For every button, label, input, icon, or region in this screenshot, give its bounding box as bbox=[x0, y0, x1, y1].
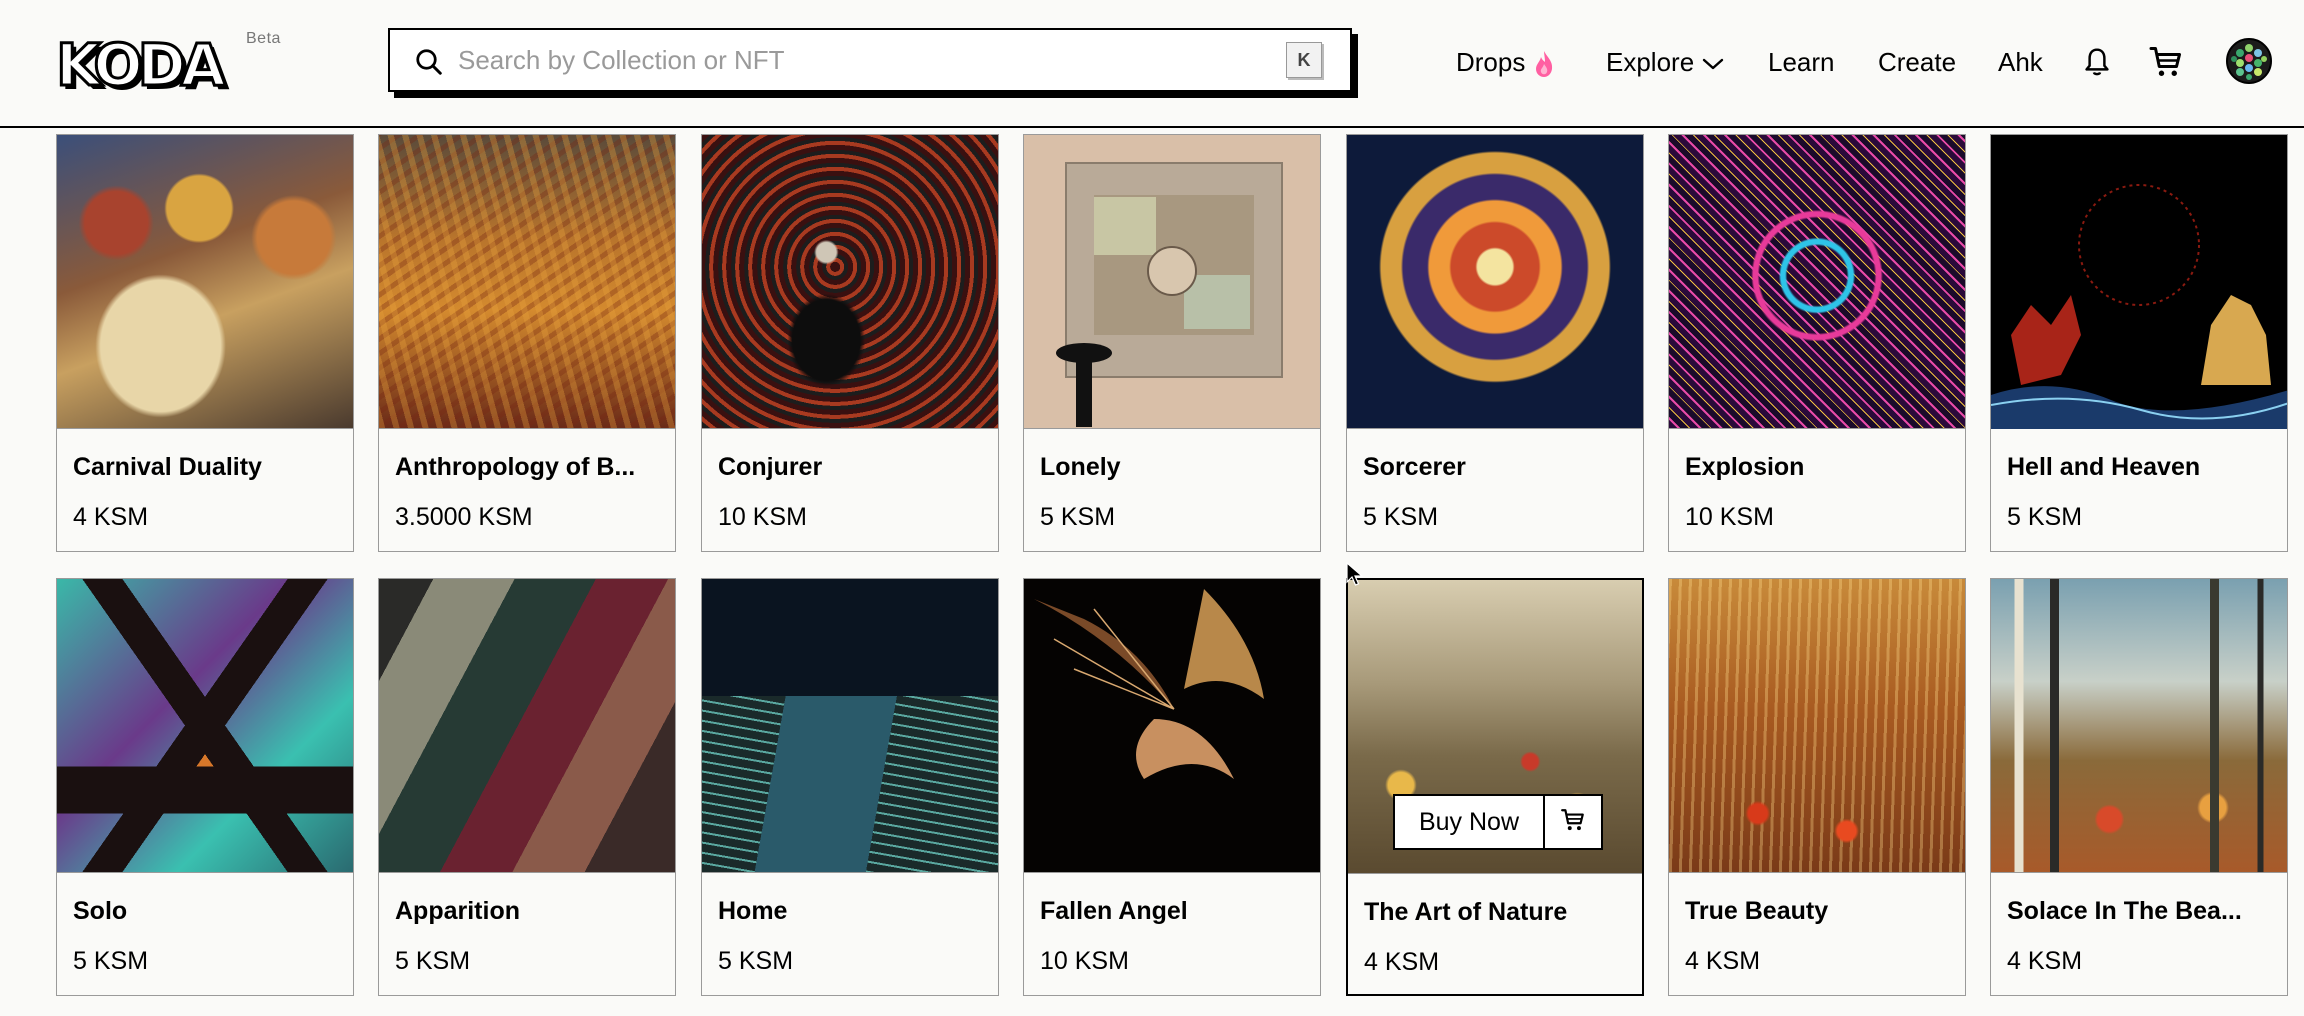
nft-price: 5 KSM bbox=[1040, 503, 1116, 531]
nft-artwork bbox=[1991, 135, 2287, 429]
nft-price: 10 KSM bbox=[1685, 503, 1774, 531]
search-bar[interactable]: K bbox=[388, 28, 1352, 92]
hell-heaven-artwork-svg bbox=[1991, 184, 2287, 429]
chevron-down-icon bbox=[1701, 47, 1725, 77]
nft-card[interactable]: Carnival Duality 4 KSM bbox=[56, 134, 354, 552]
nft-name: Solace In The Bea... bbox=[2007, 897, 2242, 925]
nft-name: Home bbox=[718, 897, 788, 925]
nft-name: Fallen Angel bbox=[1040, 897, 1188, 925]
nft-price: 5 KSM bbox=[1363, 503, 1439, 531]
koda-logo[interactable]: KODA bbox=[55, 35, 228, 96]
fallen-angel-artwork-svg bbox=[1034, 589, 1264, 779]
cart-icon bbox=[1560, 807, 1586, 838]
nft-card[interactable]: True Beauty 4 KSM bbox=[1668, 578, 1966, 996]
nav-explore-label: Explore bbox=[1606, 47, 1695, 77]
nft-card[interactable]: Explosion 10 KSM bbox=[1668, 134, 1966, 552]
nav-create[interactable]: Create bbox=[1878, 40, 1956, 84]
nft-name: Sorcerer bbox=[1363, 453, 1466, 481]
nft-artwork bbox=[57, 579, 353, 873]
nft-card[interactable]: Hell and Heaven 5 KSM bbox=[1990, 134, 2288, 552]
nft-price: 5 KSM bbox=[395, 947, 471, 975]
avatar[interactable] bbox=[2226, 38, 2272, 84]
nft-name: Explosion bbox=[1685, 453, 1805, 481]
nft-artwork bbox=[1669, 579, 1965, 873]
nft-price: 3.5000 KSM bbox=[395, 503, 533, 531]
buy-now-button[interactable]: Buy Now bbox=[1395, 796, 1545, 848]
nav-drops[interactable]: Drops bbox=[1456, 40, 1555, 84]
nft-card[interactable]: Anthropology of B... 3.5000 KSM bbox=[378, 134, 676, 552]
nft-card[interactable]: Fallen Angel 10 KSM bbox=[1023, 578, 1321, 996]
nft-artwork bbox=[1991, 579, 2287, 873]
flame-icon bbox=[1533, 47, 1555, 78]
bell-icon[interactable] bbox=[2082, 46, 2112, 83]
keyboard-shortcut-badge: K bbox=[1286, 42, 1322, 78]
nft-artwork bbox=[379, 579, 675, 873]
search-input[interactable] bbox=[458, 40, 1238, 80]
nft-name: The Art of Nature bbox=[1364, 898, 1568, 926]
nft-name: Lonely bbox=[1040, 453, 1121, 481]
nft-price: 4 KSM bbox=[2007, 947, 2083, 975]
nft-card[interactable]: Buy Now The Art of Nature 4 KSM bbox=[1346, 578, 1644, 996]
nft-price: 4 KSM bbox=[1685, 947, 1761, 975]
mouse-cursor bbox=[1346, 561, 1364, 593]
nft-card[interactable]: Apparition 5 KSM bbox=[378, 578, 676, 996]
beta-label: Beta bbox=[246, 30, 281, 47]
nft-price: 5 KSM bbox=[718, 947, 794, 975]
nft-artwork bbox=[702, 579, 998, 873]
nft-artwork bbox=[1347, 135, 1643, 429]
nft-price: 5 KSM bbox=[73, 947, 149, 975]
nft-card[interactable]: Sorcerer 5 KSM bbox=[1346, 134, 1644, 552]
nft-card[interactable]: Solo 5 KSM bbox=[56, 578, 354, 996]
nft-artwork bbox=[57, 135, 353, 429]
nft-price: 10 KSM bbox=[718, 503, 807, 531]
nft-name: True Beauty bbox=[1685, 897, 1829, 925]
nft-name: Apparition bbox=[395, 897, 520, 925]
nft-card[interactable]: Lonely 5 KSM bbox=[1023, 134, 1321, 552]
nft-card[interactable]: Home 5 KSM bbox=[701, 578, 999, 996]
nft-artwork bbox=[702, 135, 998, 429]
nft-artwork bbox=[1024, 135, 1320, 429]
nft-card[interactable]: Conjurer 10 KSM bbox=[701, 134, 999, 552]
lonely-artwork-svg bbox=[1056, 162, 1283, 427]
nft-price: 5 KSM bbox=[2007, 503, 2083, 531]
nav-explore[interactable]: Explore bbox=[1606, 40, 1725, 84]
nav-learn[interactable]: Learn bbox=[1768, 40, 1835, 84]
cart-icon[interactable] bbox=[2148, 44, 2184, 85]
nft-name: Carnival Duality bbox=[73, 453, 262, 481]
nft-name: Anthropology of B... bbox=[395, 453, 636, 481]
nft-artwork bbox=[1024, 579, 1320, 873]
top-navbar: KODA Beta K Drops Explore Learn Create A… bbox=[0, 0, 2304, 128]
nft-name: Solo bbox=[73, 897, 128, 925]
nft-card[interactable]: Solace In The Bea... 4 KSM bbox=[1990, 578, 2288, 996]
nft-artwork bbox=[1669, 135, 1965, 429]
nft-name: Hell and Heaven bbox=[2007, 453, 2201, 481]
add-to-cart-button[interactable] bbox=[1545, 796, 1601, 848]
search-icon bbox=[414, 47, 444, 82]
nft-price: 4 KSM bbox=[73, 503, 149, 531]
nft-name: Conjurer bbox=[718, 453, 823, 481]
buy-actions: Buy Now bbox=[1393, 794, 1603, 850]
nft-artwork bbox=[379, 135, 675, 429]
nav-drops-label: Drops bbox=[1456, 47, 1526, 77]
nav-language[interactable]: Ahk bbox=[1998, 40, 2043, 84]
nft-price: 4 KSM bbox=[1364, 948, 1440, 976]
nft-price: 10 KSM bbox=[1040, 947, 1129, 975]
